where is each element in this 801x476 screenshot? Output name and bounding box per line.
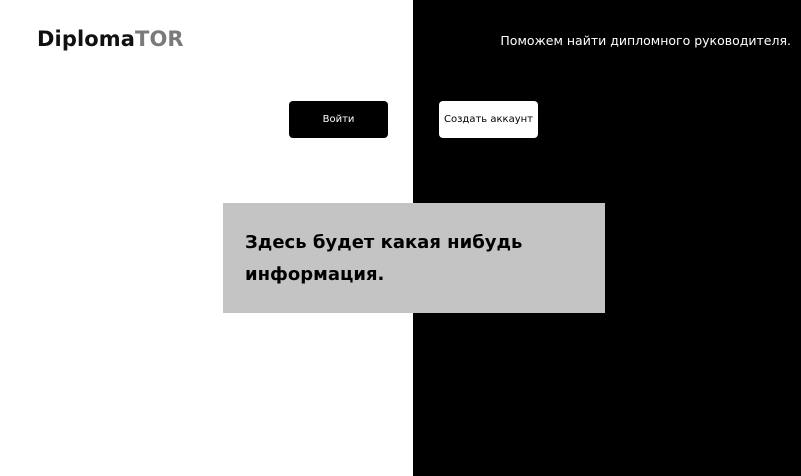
logo-main-text: Diploma bbox=[37, 27, 136, 51]
logo-accent-text: TOR bbox=[135, 27, 184, 51]
tagline: Поможем найти дипломного руководителя. bbox=[500, 33, 791, 48]
info-text: Здесь будет какая нибудь информация. bbox=[245, 232, 523, 285]
create-account-button[interactable]: Создать аккаунт bbox=[439, 101, 538, 138]
info-box: Здесь будет какая нибудь информация. bbox=[223, 203, 605, 313]
login-button[interactable]: Войти bbox=[289, 101, 388, 138]
site-logo[interactable]: DiplomaTOR bbox=[37, 27, 184, 51]
